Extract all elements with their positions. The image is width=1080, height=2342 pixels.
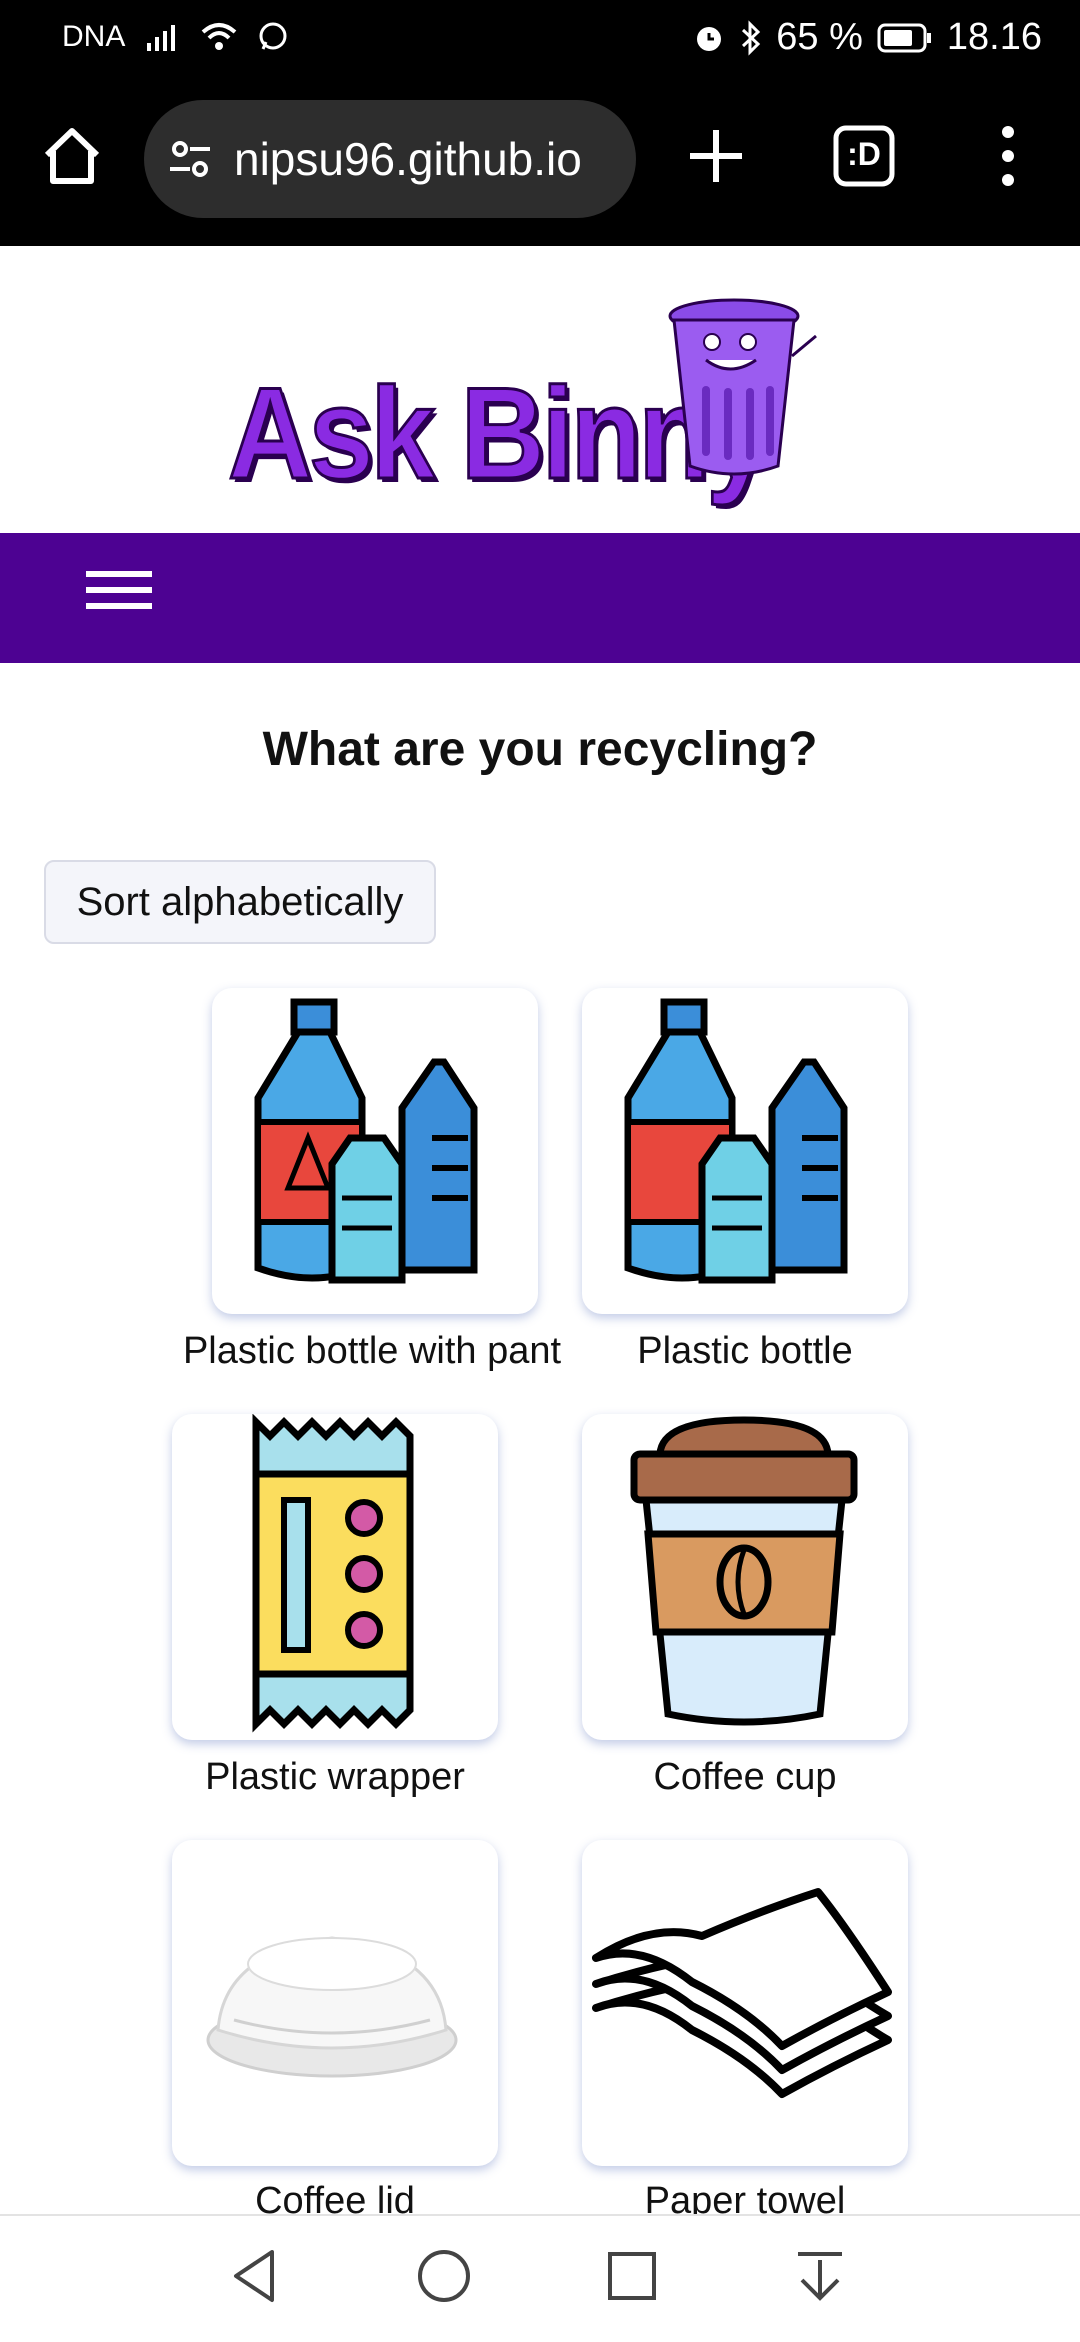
browser-toolbar: nipsu96.github.io :D bbox=[0, 80, 1080, 246]
home-icon bbox=[44, 128, 100, 184]
paper-towel-icon bbox=[592, 1888, 892, 2098]
item-card-paper-towel[interactable] bbox=[582, 1840, 908, 2166]
bluetooth-icon bbox=[742, 19, 761, 56]
page-heading: What are you recycling? bbox=[262, 723, 818, 776]
back-icon[interactable] bbox=[226, 2246, 286, 2306]
alarm-icon bbox=[697, 26, 722, 51]
battery-icon bbox=[877, 23, 931, 52]
home-circle-icon[interactable] bbox=[414, 2246, 474, 2306]
coffee-lid-icon bbox=[206, 1936, 458, 2078]
item-card-plastic-bottle[interactable] bbox=[582, 988, 908, 1314]
status-right: 65 % 18.16 bbox=[692, 16, 1042, 59]
sort-alphabetically-button[interactable]: Sort alphabetically bbox=[44, 860, 436, 944]
notifications-down-icon[interactable] bbox=[790, 2246, 850, 2306]
site-navbar bbox=[0, 533, 1080, 663]
binny-mascot-icon bbox=[668, 298, 817, 476]
more-icon[interactable] bbox=[990, 120, 1026, 192]
clock: 18.16 bbox=[946, 16, 1042, 58]
item-label: Coffee cup bbox=[653, 1756, 837, 1798]
system-navigation-bar bbox=[0, 2214, 1080, 2342]
item-card-coffee-lid[interactable] bbox=[172, 1840, 498, 2166]
coffee-cup-icon bbox=[630, 1416, 858, 1726]
plastic-bottle-icon bbox=[624, 998, 848, 1284]
recents-icon[interactable] bbox=[602, 2246, 662, 2306]
whatsapp-icon bbox=[259, 22, 287, 50]
hamburger-menu-icon[interactable] bbox=[86, 561, 152, 625]
site-settings-icon bbox=[170, 141, 210, 177]
wifi-icon bbox=[202, 23, 237, 50]
item-card-plastic-wrapper[interactable] bbox=[172, 1414, 498, 1740]
item-card-plastic-bottle-pant[interactable] bbox=[212, 988, 538, 1314]
tabs-button[interactable]: :D bbox=[832, 124, 896, 188]
tabs-face: :D bbox=[847, 136, 881, 172]
address-bar[interactable]: nipsu96.github.io bbox=[144, 100, 636, 218]
site-logo[interactable]: Ask Binny bbox=[227, 296, 828, 536]
item-label: Plastic bottle bbox=[637, 1330, 853, 1372]
status-left: DNA bbox=[62, 20, 289, 54]
battery-percent: 65 % bbox=[776, 16, 863, 58]
item-label: Plastic wrapper bbox=[205, 1756, 465, 1798]
status-bar: DNA 65 % 18.16 bbox=[0, 0, 1080, 80]
plastic-bottle-pant-icon bbox=[254, 998, 478, 1284]
signal-icon bbox=[147, 25, 176, 51]
url-text: nipsu96.github.io bbox=[234, 133, 582, 185]
item-card-coffee-cup[interactable] bbox=[582, 1414, 908, 1740]
carrier-label: DNA bbox=[62, 20, 126, 53]
plastic-wrapper-icon bbox=[252, 1414, 414, 1733]
item-label: Plastic bottle with pant bbox=[182, 1330, 562, 1372]
home-button[interactable] bbox=[36, 120, 108, 192]
logo-area: Ask Binny bbox=[0, 246, 1080, 534]
plus-icon[interactable] bbox=[680, 120, 752, 192]
